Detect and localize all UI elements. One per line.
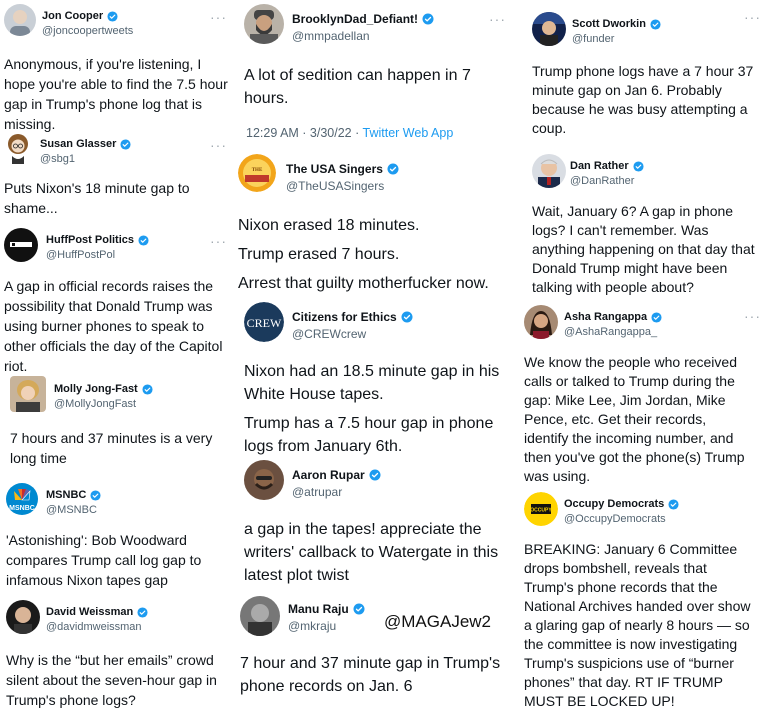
avatar[interactable] [524,305,558,339]
display-name[interactable]: MSNBC [46,489,101,501]
tweet-text: Nixon had an 18.5 minute gap in his White… [244,363,500,455]
more-options-icon[interactable]: ··· [210,138,227,152]
tweet-text: Nixon erased 18 minutes. Trump erased 7 h… [238,217,489,292]
avatar[interactable] [4,132,32,164]
avatar[interactable] [4,228,38,262]
handle[interactable]: @mmpadellan [292,29,434,43]
avatar[interactable]: MSNBC [6,483,38,515]
handle[interactable]: @MollyJongFast [54,398,153,410]
handle[interactable]: @TheUSASingers [286,179,399,193]
more-options-icon[interactable]: ··· [210,10,227,24]
tweet-text: A lot of sedition can happen in 7 hours. [244,67,471,107]
more-options-icon[interactable]: ··· [744,10,761,24]
display-name[interactable]: Aaron Rupar [292,468,381,482]
svg-text:OCCUPY: OCCUPY [530,508,552,514]
avatar[interactable] [10,376,46,412]
verified-badge-icon [387,163,399,175]
display-name[interactable]: Asha Rangappa [564,311,662,323]
verified-badge-icon [651,311,662,323]
verified-badge-icon [137,606,148,618]
handle[interactable]: @OccupyDemocrats [564,513,679,525]
tweet-text: 7 hour and 37 minute gap in Trump's phone… [240,655,501,695]
tweet-text: Trump phone logs have a 7 hour 37 minute … [532,63,754,136]
verified-badge-icon [142,383,153,395]
avatar[interactable] [240,596,280,636]
handle[interactable]: @HuffPostPol [46,249,149,261]
watermark: @MAGAJew2 [384,612,492,631]
avatar[interactable] [532,154,566,188]
handle[interactable]: @CREWcrew [292,327,413,341]
tweet-timestamp[interactable]: 12:29 AM · 3/30/22 · Twitter Web App [246,126,453,140]
handle[interactable]: @funder [572,33,661,45]
avatar[interactable] [244,4,284,44]
more-options-icon[interactable]: ··· [489,12,506,26]
display-name[interactable]: Jon Cooper [42,10,118,22]
avatar[interactable] [244,460,284,500]
verified-badge-icon [120,138,131,150]
tweet-text: Puts Nixon's 18 minute gap to shame... [4,180,190,216]
verified-badge-icon [422,13,434,25]
display-name[interactable]: Manu Raju [288,602,365,616]
handle[interactable]: @mkraju [288,619,365,633]
tweet-text: Anonymous, if you're listening, Ihope yo… [4,56,228,132]
verified-badge-icon [107,10,118,22]
verified-badge-icon [668,498,679,510]
svg-text:THE: THE [252,168,263,173]
tweet-text: 7 hours and 37 minutes is a very long tim… [10,430,213,466]
avatar[interactable] [532,12,566,46]
display-name[interactable]: Susan Glasser [40,138,131,150]
handle[interactable]: @AshaRangappa_ [564,326,662,338]
handle[interactable]: @sbg1 [40,153,131,165]
verified-badge-icon [633,160,644,172]
avatar[interactable]: CREW [244,302,284,342]
handle[interactable]: @DanRather [570,175,644,187]
tweet-text: BREAKING: January 6 Committee drops bombs… [524,541,751,709]
display-name[interactable]: Molly Jong-Fast [54,383,153,395]
handle[interactable]: @MSNBC [46,504,101,516]
source-app-link[interactable]: Twitter Web App [363,126,454,140]
svg-text:CREW: CREW [247,316,282,330]
verified-badge-icon [650,18,661,30]
display-name[interactable]: David Weissman [46,606,148,618]
avatar[interactable]: THE [238,154,276,192]
more-options-icon[interactable]: ··· [744,309,761,323]
verified-badge-icon [90,489,101,501]
tweet-text: a gap in the tapes! appreciate the writer… [244,521,499,584]
handle[interactable]: @joncoopertweets [42,25,133,37]
svg-text:MSNBC: MSNBC [9,505,35,512]
verified-badge-icon [401,311,413,323]
avatar[interactable]: OCCUPY [524,492,558,526]
handle[interactable]: @atrupar [292,485,381,499]
avatar[interactable] [4,4,36,36]
tweet-text: We know the people who received calls or … [524,354,745,484]
display-name[interactable]: HuffPost Politics [46,234,149,246]
tweet-text: Wait, January 6? A gap in phone logs? I c… [532,203,755,295]
display-name[interactable]: The USA Singers [286,162,399,176]
display-name[interactable]: Citizens for Ethics [292,310,413,324]
display-name[interactable]: Scott Dworkin [572,18,661,30]
verified-badge-icon [369,469,381,481]
handle[interactable]: @davidmweissman [46,621,148,633]
avatar[interactable] [6,600,40,634]
display-name[interactable]: BrooklynDad_Defiant! [292,12,434,26]
tweet-text: Why is the “but her emails” crowd silent … [6,652,217,708]
tweet-text: 'Astonishing': Bob Woodward compares Trum… [6,532,202,588]
tweet-text: A gap in official records raises the poss… [4,278,223,374]
display-name[interactable]: Dan Rather [570,160,644,172]
more-options-icon[interactable]: ··· [210,234,227,248]
verified-badge-icon [138,234,149,246]
verified-badge-icon [353,603,365,615]
display-name[interactable]: Occupy Democrats [564,498,679,510]
